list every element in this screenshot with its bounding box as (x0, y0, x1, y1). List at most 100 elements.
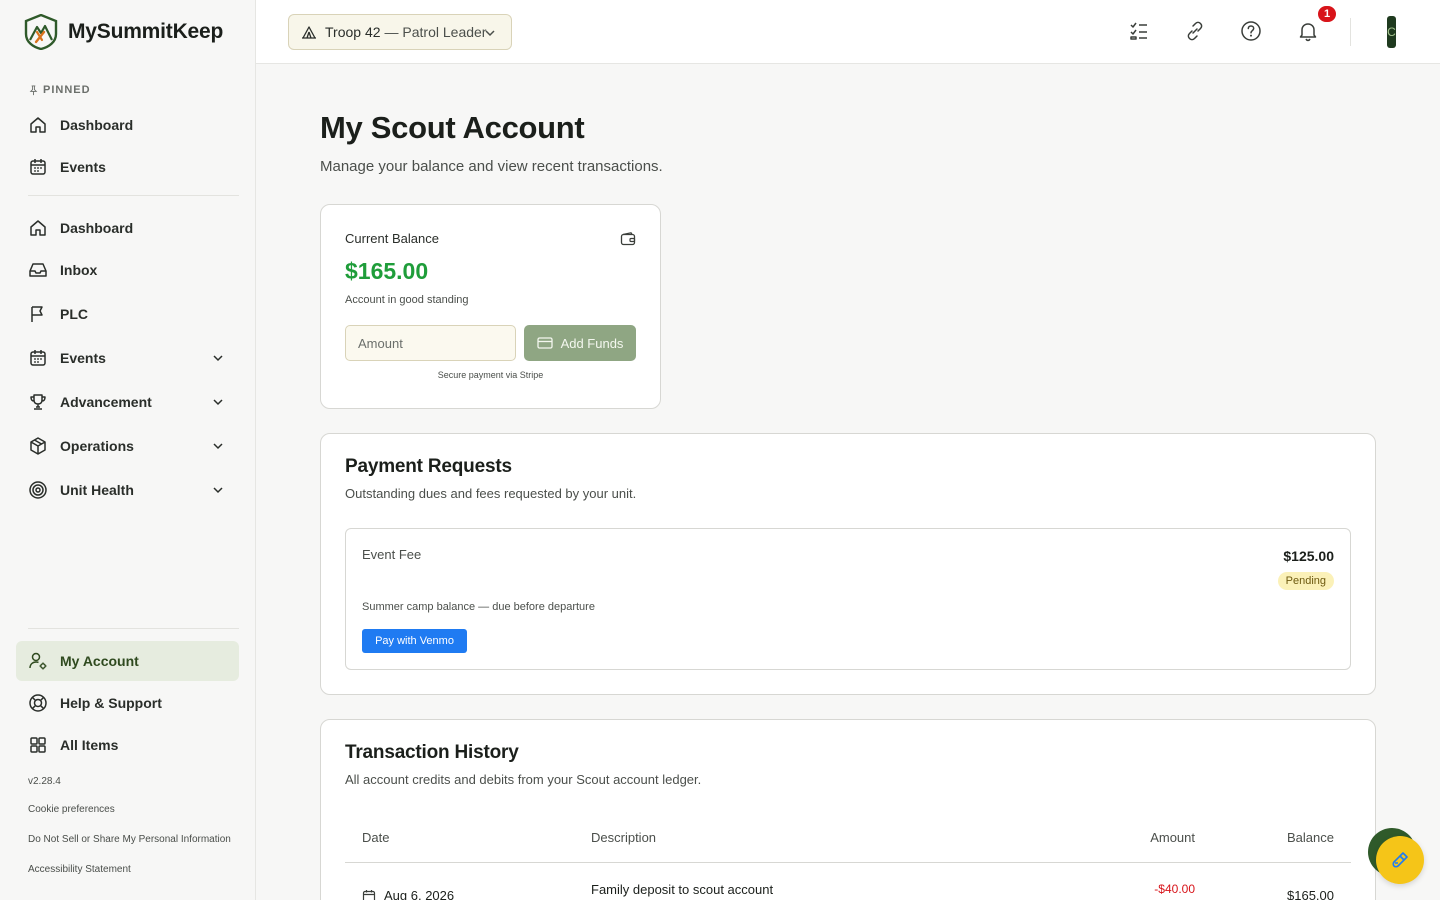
chevron-down-icon[interactable] (211, 395, 225, 409)
column-header-date[interactable]: Date (362, 830, 389, 845)
pinned-item-dashboard[interactable]: Dashboard (16, 105, 239, 145)
wallet-icon (620, 232, 636, 246)
column-header-amount[interactable]: Amount (1150, 830, 1195, 845)
column-header-description[interactable]: Description (591, 830, 656, 845)
nav-label: Help & Support (60, 695, 162, 711)
add-funds-label: Add Funds (560, 335, 624, 351)
table-header-divider (345, 862, 1351, 863)
pay-with-venmo-button[interactable]: Pay with Venmo (362, 629, 467, 653)
section-subtitle: Outstanding dues and fees requested by y… (345, 486, 637, 501)
user-settings-icon (29, 652, 47, 670)
inbox-icon (29, 263, 47, 277)
amount-input[interactable] (345, 325, 516, 361)
sidebar-item-unit-health[interactable]: Unit Health (16, 470, 239, 510)
balance-amount: $165.00 (345, 258, 429, 284)
cookie-preferences-link[interactable]: Cookie preferences (28, 804, 115, 815)
nav-label: All Items (60, 737, 119, 753)
nav-label: My Account (60, 653, 139, 669)
balance-label: Current Balance (345, 231, 439, 246)
sidebar-item-inbox[interactable]: Inbox (16, 250, 239, 290)
section-subtitle: All account credits and debits from your… (345, 772, 702, 787)
pinned-heading: PINNED (28, 84, 91, 96)
help-button[interactable] (1240, 20, 1264, 44)
checklist-icon (1130, 22, 1147, 40)
row-date-cell: Aug 6, 2026 (362, 888, 454, 900)
help-circle-icon (1241, 21, 1261, 41)
transaction-history-card: Transaction History All account credits … (320, 719, 1376, 900)
topbar: Troop 42 — Patrol Leader 1 C (256, 0, 1440, 64)
calendar-icon (30, 159, 46, 175)
checklist-button[interactable] (1128, 20, 1152, 44)
link-icon (1187, 21, 1203, 41)
version-label: v2.28.4 (28, 776, 61, 787)
page-title: My Scout Account (320, 110, 585, 145)
topbar-divider (1350, 18, 1351, 46)
sidebar-item-my-account[interactable]: My Account (16, 641, 239, 681)
section-title: Payment Requests (345, 456, 512, 477)
sidebar-item-all-items[interactable]: All Items (16, 725, 239, 765)
add-funds-button[interactable]: Add Funds (524, 325, 636, 361)
credit-card-icon (536, 337, 553, 349)
sidebar-item-advancement[interactable]: Advancement (16, 382, 239, 422)
box-icon (30, 437, 46, 455)
sidebar-divider (28, 628, 239, 629)
status-badge: Pending (1277, 572, 1334, 590)
notifications-button[interactable] (1297, 20, 1321, 44)
row-amount: -$40.00 (1154, 882, 1195, 896)
mountain-logo-icon (24, 14, 58, 50)
brand-name: MySummitKeep (68, 20, 224, 43)
nav-label: Dashboard (60, 117, 134, 133)
sidebar-item-dashboard[interactable]: Dashboard (16, 208, 239, 248)
sidebar-divider (28, 195, 239, 196)
row-date: Aug 6, 2026 (384, 888, 455, 900)
chevron-down-icon[interactable] (211, 351, 225, 365)
troop-name: Troop 42 (325, 24, 381, 40)
section-title: Transaction History (345, 742, 519, 763)
chevron-down-icon[interactable] (211, 483, 225, 497)
sidebar-item-operations[interactable]: Operations (16, 426, 239, 466)
page-subtitle: Manage your balance and view recent tran… (320, 158, 663, 175)
flag-icon (31, 306, 43, 322)
row-description: Family deposit to scout account (591, 882, 774, 897)
troop-selector[interactable]: Troop 42 — Patrol Leader (288, 14, 512, 50)
chevron-down-icon[interactable] (211, 439, 225, 453)
nav-label: Inbox (60, 262, 98, 278)
row-balance: $165.00 (1287, 888, 1334, 900)
tent-icon (302, 26, 316, 39)
payment-request-item: Event Fee $125.00 Pending Summer camp ba… (345, 528, 1351, 670)
sidebar-item-plc[interactable]: PLC (16, 294, 239, 334)
pinned-item-events[interactable]: Events (16, 147, 239, 187)
target-icon (29, 481, 47, 499)
nav-label: Dashboard (60, 220, 134, 236)
calendar-icon (362, 889, 376, 900)
nav-label: Unit Health (60, 482, 134, 498)
home-icon (30, 117, 46, 133)
brand[interactable]: MySummitKeep (24, 14, 223, 50)
troop-role: — Patrol Leader (384, 24, 487, 40)
request-name: Event Fee (362, 547, 422, 562)
lifebuoy-icon (29, 694, 47, 712)
test-tube-icon (1392, 852, 1408, 868)
request-amount: $125.00 (1283, 548, 1334, 564)
accessibility-statement-link[interactable]: Accessibility Statement (28, 864, 131, 875)
sidebar: MySummitKeep PINNED Dashboard Events Das… (0, 0, 256, 900)
balance-card: Current Balance $165.00 Account in good … (320, 204, 661, 409)
sidebar-item-help-support[interactable]: Help & Support (16, 683, 239, 723)
pin-icon (29, 84, 38, 95)
notification-count-badge: 1 (1316, 4, 1338, 24)
links-button[interactable] (1184, 20, 1208, 44)
sidebar-item-events[interactable]: Events (16, 338, 239, 378)
nav-label: Events (60, 350, 106, 366)
nav-label: Operations (60, 438, 134, 454)
do-not-sell-link[interactable]: Do Not Sell or Share My Personal Informa… (28, 834, 231, 845)
calendar-icon (30, 350, 46, 366)
dev-tools-fab[interactable] (1376, 836, 1424, 884)
bell-icon (1299, 23, 1317, 42)
trophy-icon (30, 394, 46, 410)
home-icon (30, 220, 46, 236)
balance-status: Account in good standing (345, 294, 469, 306)
avatar[interactable]: C (1387, 16, 1396, 48)
column-header-balance[interactable]: Balance (1287, 830, 1334, 845)
chevron-down-icon (485, 30, 495, 37)
grid-icon (30, 737, 46, 753)
